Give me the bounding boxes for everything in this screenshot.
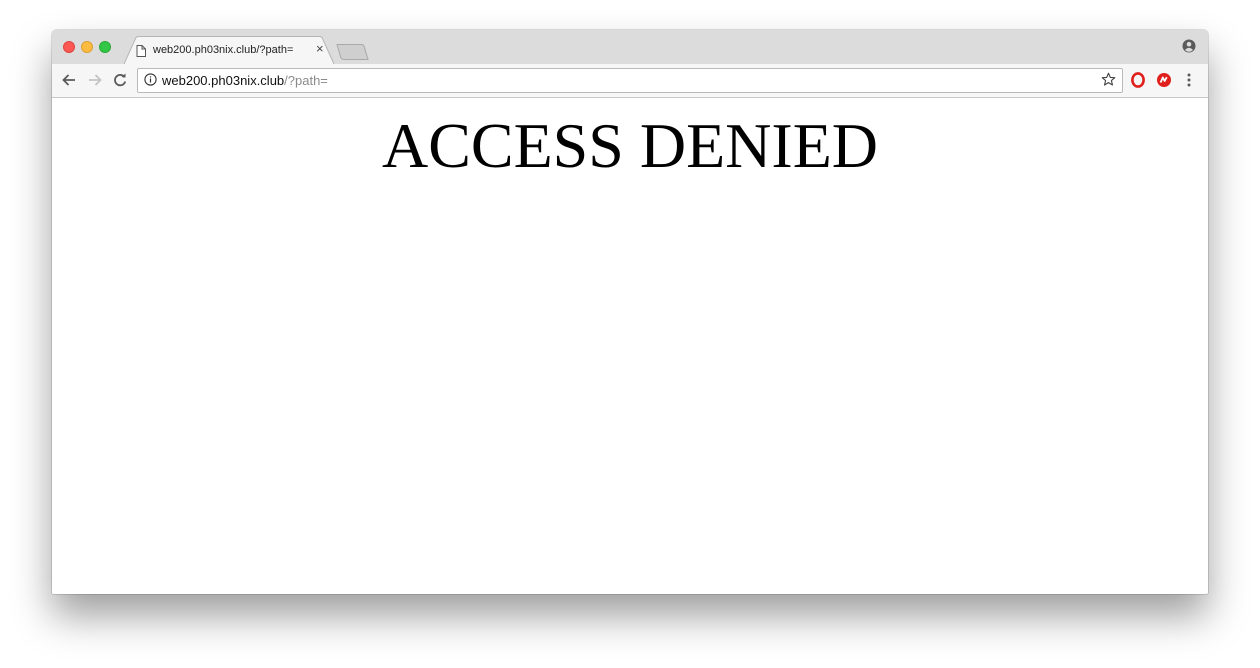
red-extension-icon[interactable] bbox=[1156, 72, 1172, 88]
address-bar[interactable]: web200.ph03nix.club/?path= bbox=[137, 68, 1123, 93]
info-icon[interactable] bbox=[144, 73, 157, 86]
tab-close-button[interactable]: × bbox=[316, 42, 324, 56]
bookmark-star-icon[interactable] bbox=[1101, 72, 1116, 87]
window-maximize-button[interactable] bbox=[99, 41, 111, 53]
window-minimize-button[interactable] bbox=[81, 41, 93, 53]
page-heading: ACCESS DENIED bbox=[381, 110, 879, 181]
window-close-button[interactable] bbox=[63, 41, 75, 53]
new-tab-button[interactable] bbox=[336, 43, 370, 61]
title-bar: web200.ph03nix.club/?path= × bbox=[52, 30, 1208, 64]
back-arrow-icon[interactable] bbox=[61, 72, 77, 88]
url-host: web200.ph03nix.club bbox=[162, 73, 285, 88]
url-text: web200.ph03nix.club/?path= bbox=[162, 73, 328, 88]
tab-active[interactable]: web200.ph03nix.club/?path= × bbox=[124, 36, 334, 64]
page-content: ACCESS DENIED bbox=[52, 98, 1208, 594]
profile-icon[interactable] bbox=[1182, 39, 1196, 53]
forward-arrow-icon[interactable] bbox=[87, 72, 103, 88]
url-path: /?path= bbox=[284, 73, 328, 88]
tab-title: web200.ph03nix.club/?path= bbox=[153, 44, 294, 56]
browser-window: web200.ph03nix.club/?path= × web200.ph03… bbox=[52, 30, 1208, 594]
toolbar: web200.ph03nix.club/?path= bbox=[52, 64, 1208, 98]
reload-icon[interactable] bbox=[112, 72, 128, 88]
opera-extension-icon[interactable] bbox=[1131, 72, 1145, 88]
page-icon bbox=[136, 44, 146, 62]
menu-dots-icon[interactable] bbox=[1186, 72, 1192, 88]
